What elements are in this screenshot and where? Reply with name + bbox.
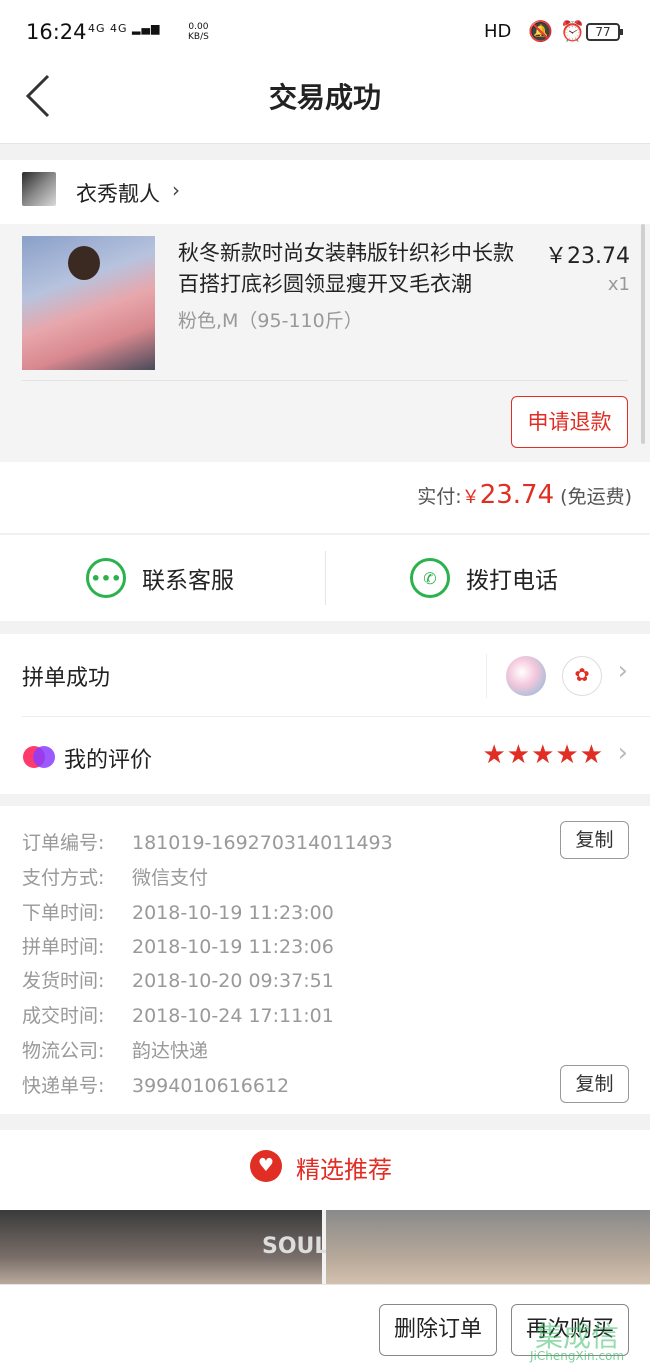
chat-icon: ••• xyxy=(86,558,126,598)
image-sign-text: SOUL xyxy=(262,1234,329,1259)
shop-avatar xyxy=(22,172,56,206)
chevron-right-icon: › xyxy=(617,738,628,768)
star-icon: ★ xyxy=(531,740,556,770)
divider xyxy=(22,380,628,381)
order-number-value: 181019-169270314011493 xyxy=(132,832,393,854)
contact-service-label: 联系客服 xyxy=(142,568,234,594)
tracking-number-key: 快递单号: xyxy=(22,1075,105,1097)
product-quantity: x1 xyxy=(607,274,630,295)
call-phone-button[interactable]: ✆ 拨打电话 xyxy=(410,535,558,621)
product-card[interactable]: 秋冬新款时尚女装韩版针织衫中长款百搭打底衫圆领显瘦开叉毛衣潮 ￥23.74 x1… xyxy=(0,224,650,462)
copy-order-number-button[interactable]: 复制 xyxy=(560,821,629,859)
order-info-row: 成交时间: 2018-10-24 17:11:01 xyxy=(22,1001,334,1028)
status-bar: 16:24 4G 4G ▂▄▆ 0.00 KB/S HD 🔕 ⏰ 77 xyxy=(0,0,650,64)
order-info-row: 支付方式: 微信支付 xyxy=(22,863,208,890)
member-avatar: ✿ xyxy=(562,656,602,696)
payment-summary: 实付:￥23.74 (免运费) xyxy=(0,462,650,534)
order-info-row: 拼单时间: 2018-10-19 11:23:06 xyxy=(22,932,334,959)
alarm-icon: ⏰ xyxy=(560,19,585,43)
divider xyxy=(486,654,487,698)
signal-icon: 4G 4G ▂▄▆ xyxy=(88,22,161,35)
recommend-title: 精选推荐 xyxy=(296,1156,392,1184)
order-number-key: 订单编号: xyxy=(22,832,105,854)
bottom-action-bar: 删除订单 再次购买 集成信 JiChengXin.com xyxy=(0,1284,650,1372)
divider xyxy=(325,551,326,605)
contact-bar: ••• 联系客服 ✆ 拨打电话 xyxy=(0,535,650,621)
group-success-row[interactable]: 拼单成功 ✿ › xyxy=(0,634,650,714)
my-review-row[interactable]: 我的评价 ★★★★★ › xyxy=(0,716,650,796)
phone-icon: ✆ xyxy=(410,558,450,598)
recommend-item-image[interactable]: SOUL xyxy=(0,1210,328,1290)
paid-line: 实付:￥23.74 (免运费) xyxy=(417,480,632,510)
payment-method-value: 微信支付 xyxy=(132,867,209,889)
group-time-key: 拼单时间: xyxy=(22,936,105,958)
order-info-row: 物流公司: 韵达快递 xyxy=(22,1036,208,1063)
currency-symbol: ￥ xyxy=(461,487,480,508)
product-price: ￥23.74 xyxy=(545,244,630,269)
watermark-url: JiChengXin.com xyxy=(530,1349,625,1363)
speed-value: 0.00 xyxy=(188,22,209,32)
recommend-header: ♥ 精选推荐 xyxy=(0,1130,650,1210)
speed-unit: KB/S xyxy=(188,32,209,42)
tracking-number-value: 3994010616612 xyxy=(132,1075,290,1097)
shop-row[interactable]: 衣秀靓人 › xyxy=(0,160,650,224)
review-icon xyxy=(23,746,55,768)
order-info-row: 发货时间: 2018-10-20 09:37:51 xyxy=(22,966,334,993)
chevron-right-icon: › xyxy=(617,656,628,686)
ship-time-value: 2018-10-20 09:37:51 xyxy=(132,970,334,992)
order-info-row: 订单编号: 181019-169270314011493 xyxy=(22,828,393,855)
logistics-company-key: 物流公司: xyxy=(22,1040,105,1062)
delete-order-button[interactable]: 删除订单 xyxy=(379,1304,497,1356)
group-time-value: 2018-10-19 11:23:06 xyxy=(132,936,334,958)
member-avatar xyxy=(506,656,546,696)
battery-icon: 77 xyxy=(586,23,623,41)
call-phone-label: 拨打电话 xyxy=(466,568,558,594)
star-icon: ★ xyxy=(506,740,532,770)
order-info: 订单编号: 181019-169270314011493 支付方式: 微信支付 下单… xyxy=(0,806,650,1114)
scrollbar[interactable] xyxy=(641,224,645,444)
product-spec: 粉色,M（95-110斤） xyxy=(178,310,363,332)
network-label: 4G 4G xyxy=(88,22,128,35)
product-title[interactable]: 秋冬新款时尚女装韩版针织衫中长款百搭打底衫圆领显瘦开叉毛衣潮 xyxy=(178,238,528,300)
star-icon: ★ xyxy=(579,740,604,770)
nav-header: 交易成功 xyxy=(0,64,650,144)
status-time: 16:24 xyxy=(26,20,87,44)
star-icon: ★ xyxy=(482,740,507,770)
paid-amount: 23.74 xyxy=(479,480,555,510)
mute-icon: 🔕 xyxy=(528,19,553,43)
order-info-row: 下单时间: 2018-10-19 11:23:00 xyxy=(22,898,334,925)
hd-indicator: HD xyxy=(484,21,512,42)
star-icon: ★ xyxy=(555,740,580,770)
paid-label: 实付: xyxy=(417,486,462,508)
order-info-row: 快递单号: 3994010616612 xyxy=(22,1071,289,1098)
shipping-note: (免运费) xyxy=(560,486,632,508)
my-review-label: 我的评价 xyxy=(64,748,153,773)
ship-time-key: 发货时间: xyxy=(22,970,105,992)
contact-service-button[interactable]: ••• 联系客服 xyxy=(86,535,234,621)
network-speed: 0.00 KB/S xyxy=(188,22,209,42)
chevron-right-icon: › xyxy=(172,178,180,202)
shop-name[interactable]: 衣秀靓人 xyxy=(76,178,160,208)
deal-time-value: 2018-10-24 17:11:01 xyxy=(132,1005,334,1027)
order-time-key: 下单时间: xyxy=(22,902,105,924)
group-review-section: 拼单成功 ✿ › 我的评价 ★★★★★ › xyxy=(0,634,650,794)
group-success-label: 拼单成功 xyxy=(22,666,111,691)
refund-button[interactable]: 申请退款 xyxy=(511,396,628,448)
heart-icon: ♥ xyxy=(250,1150,282,1182)
copy-tracking-number-button[interactable]: 复制 xyxy=(560,1065,629,1103)
product-image[interactable] xyxy=(22,236,155,370)
recommend-item-image[interactable] xyxy=(326,1210,650,1290)
logistics-company-value: 韵达快递 xyxy=(132,1040,209,1062)
rating-stars: ★★★★★ xyxy=(482,740,604,770)
page-title: 交易成功 xyxy=(268,81,381,114)
payment-method-key: 支付方式: xyxy=(22,867,105,889)
order-time-value: 2018-10-19 11:23:00 xyxy=(132,902,334,924)
deal-time-key: 成交时间: xyxy=(22,1005,105,1027)
